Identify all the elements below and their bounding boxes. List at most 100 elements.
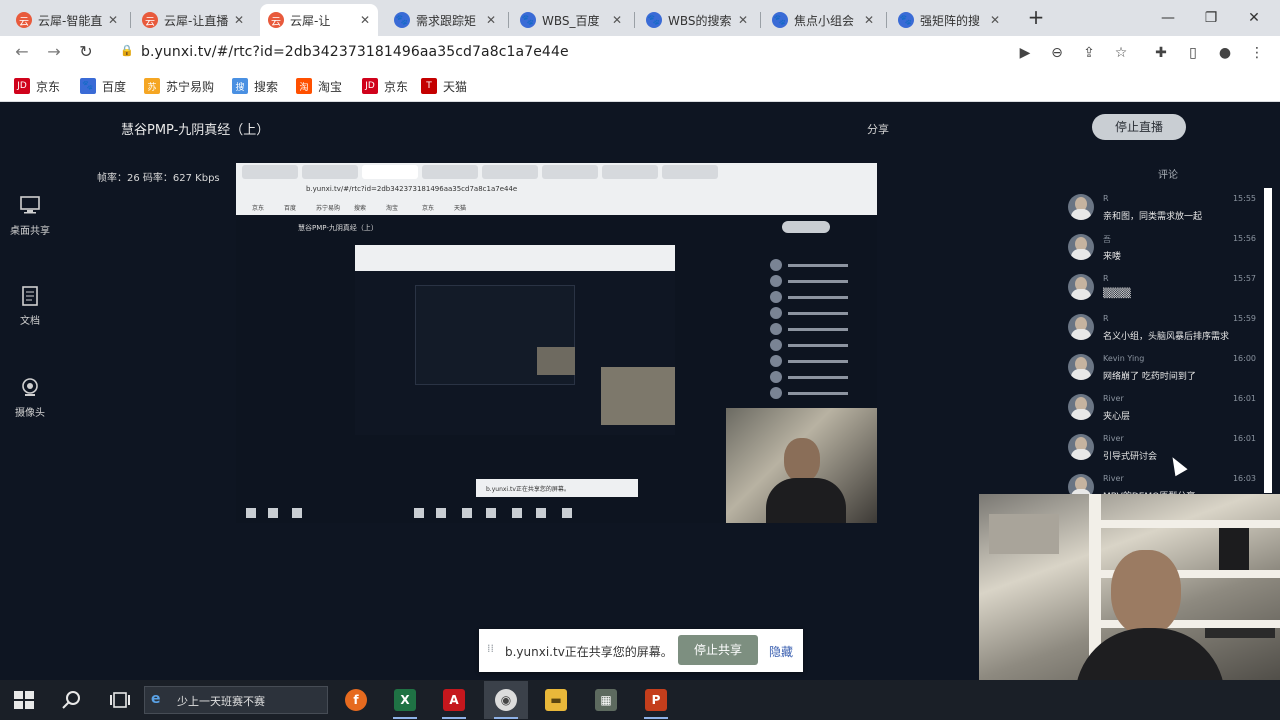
tab-label: 焦点小组会 <box>794 13 855 28</box>
restore-icon[interactable]: ❐ <box>1199 6 1223 30</box>
yunxi-favicon-icon: 云 <box>268 12 284 28</box>
share-page-icon[interactable]: ⇪ <box>1078 42 1100 64</box>
bookmark-4[interactable]: 淘淘宝 <box>296 75 342 97</box>
tab-label: 云犀-让 <box>290 13 331 28</box>
search-icon[interactable] <box>60 688 84 712</box>
comment-author: Kevin Ying <box>1103 354 1145 363</box>
bookmark-3[interactable]: 搜搜索 <box>232 75 278 97</box>
forward-icon[interactable]: → <box>42 40 66 64</box>
tab-close-icon[interactable]: ✕ <box>990 13 1000 27</box>
monitor-icon <box>19 196 41 216</box>
bookmark-6[interactable]: T 天猫 <box>421 75 467 97</box>
preview-comment-row <box>770 323 870 337</box>
tab-3[interactable]: 🐾 需求跟踪矩 ✕ <box>386 4 504 36</box>
baidu-favicon-icon: 🐾 <box>772 12 788 28</box>
tab-5[interactable]: 🐾 WBS的搜索 ✕ <box>638 4 756 36</box>
back-icon[interactable]: ← <box>10 40 34 64</box>
comment-time: 15:56 <box>1232 234 1256 243</box>
preview-tab <box>362 165 418 179</box>
taskbar-app-excel[interactable]: X <box>383 681 427 719</box>
avatar <box>1068 474 1094 496</box>
bookmark-star-icon[interactable]: ☆ <box>1110 42 1132 64</box>
taskbar-app-acrobat[interactable]: A <box>432 681 476 719</box>
screen-share-notification: ⁞⁞ b.yunxi.tv正在共享您的屏幕。 停止共享 隐藏 <box>479 629 803 672</box>
comment-item: Kevin Ying 16:00 网络崩了 吃药时间到了 <box>1062 348 1258 388</box>
preview-person-head <box>784 438 820 482</box>
tab-separator <box>760 12 761 28</box>
sidebar-item-document[interactable]: 文档 <box>0 286 60 327</box>
tab-close-icon[interactable]: ✕ <box>108 13 118 27</box>
comment-time: 15:55 <box>1232 194 1256 203</box>
avatar <box>1068 274 1094 300</box>
preview-url: b.yunxi.tv/#/rtc?id=2db342373181496aa35c… <box>306 185 518 193</box>
tab-label: 需求跟踪矩 <box>416 13 477 28</box>
bookmark-5[interactable]: JD 京东 <box>362 75 408 97</box>
lock-icon[interactable]: 🔒 <box>120 44 134 57</box>
menu-icon[interactable]: ⋮ <box>1246 42 1268 64</box>
bookmark-0[interactable]: JD 京东 <box>14 75 60 97</box>
camera-indicator-icon[interactable]: ▶ <box>1014 42 1036 64</box>
comment-author: R <box>1103 274 1109 283</box>
share-link[interactable]: 分享 <box>867 121 889 137</box>
avatar <box>1068 434 1094 460</box>
taskbar-app-firefox[interactable]: f <box>334 681 378 719</box>
tab-close-icon[interactable]: ✕ <box>612 13 622 27</box>
close-window-icon[interactable]: ✕ <box>1242 6 1266 30</box>
sidebar-item-desktop-share[interactable]: 桌面共享 <box>0 196 60 237</box>
running-indicator <box>442 717 466 719</box>
preview-nested-screen <box>355 245 675 435</box>
bookmark-label: 天猫 <box>443 79 468 94</box>
tab-4[interactable]: 🐾 WBS_百度 ✕ <box>512 4 630 36</box>
tab-1[interactable]: 云云犀-让直播 ✕ <box>134 4 252 36</box>
taskbar-app-powerpoint[interactable]: P <box>634 681 678 719</box>
tab-7[interactable]: 🐾 强矩阵的搜 ✕ <box>890 4 1008 36</box>
stop-sharing-button[interactable]: 停止共享 <box>678 635 758 665</box>
hide-button[interactable]: 隐藏 <box>769 643 793 660</box>
tab-2[interactable]: 云云犀-让 ✕ <box>260 4 378 36</box>
tab-6[interactable]: 🐾 焦点小组会 ✕ <box>764 4 882 36</box>
stop-live-button[interactable]: 停止直播 <box>1092 114 1186 140</box>
extensions-icon[interactable]: ✚ <box>1150 42 1172 64</box>
comment-item: 吾 15:56 来喽 <box>1062 228 1258 268</box>
taskbar-app-explorer[interactable]: ▬ <box>534 681 578 719</box>
new-tab-button[interactable]: + <box>1024 6 1048 30</box>
address-bar[interactable]: b.yunxi.tv/#/rtc?id=2db342373181496aa35c… <box>141 44 569 60</box>
page-title: 慧谷PMP-九阴真经（上） <box>121 123 270 138</box>
reload-icon[interactable]: ↻ <box>74 40 98 64</box>
task-view-icon[interactable] <box>108 688 132 712</box>
comments-list[interactable]: R 15:55 亲和图，同类需求放一起吾 15:56 来喽 R 15:57 ▒▒▒▒ R 15:5… <box>1062 188 1264 496</box>
powerpoint-icon: P <box>645 689 667 711</box>
tab-close-icon[interactable]: ✕ <box>486 13 496 27</box>
windows-start-icon[interactable] <box>12 688 36 712</box>
tab-close-icon[interactable]: ✕ <box>864 13 874 27</box>
tab-0[interactable]: 云云犀-智能直 ✕ <box>8 4 126 36</box>
comments-scrollbar[interactable] <box>1264 188 1272 493</box>
preview-nested-cam <box>601 367 675 425</box>
comments-header: 评论 <box>1158 170 1178 181</box>
comment-time: 15:59 <box>1232 314 1256 323</box>
comment-text: ▒▒▒▒ <box>1103 289 1131 299</box>
drag-handle-icon[interactable]: ⁞⁞ <box>487 642 494 655</box>
bookmark-2[interactable]: 苏苏宁易购 <box>144 75 214 97</box>
preview-comment-row <box>770 275 870 289</box>
taskbar-app-calculator[interactable]: ▦ <box>584 681 628 719</box>
sidebar-toggle-icon[interactable]: ▯ <box>1182 42 1204 64</box>
profile-icon[interactable]: ● <box>1214 42 1236 64</box>
comment-time: 16:01 <box>1232 394 1256 403</box>
taskbar-search-box[interactable]: e 少上一天班赛不赛 <box>144 686 328 714</box>
tab-close-icon[interactable]: ✕ <box>360 13 370 27</box>
bookmark-label: 淘宝 <box>318 79 343 94</box>
zoom-icon[interactable]: ⊖ <box>1046 42 1068 64</box>
shelf-book <box>1219 528 1249 570</box>
shelf-book <box>1205 628 1275 638</box>
tab-close-icon[interactable]: ✕ <box>738 13 748 27</box>
preview-tab <box>602 165 658 179</box>
sidebar-item-camera[interactable]: 摄像头 <box>0 378 60 419</box>
comment-text: 引导式研讨会 <box>1103 452 1158 462</box>
minimize-icon[interactable]: — <box>1156 6 1180 30</box>
tab-separator <box>634 12 635 28</box>
preview-share-bar: b.yunxi.tv正在共享您的屏幕。 <box>476 479 638 497</box>
tab-close-icon[interactable]: ✕ <box>234 13 244 27</box>
bookmark-1[interactable]: 🐾 百度 <box>80 75 126 97</box>
taskbar-app-chrome[interactable]: ◉ <box>484 681 528 719</box>
